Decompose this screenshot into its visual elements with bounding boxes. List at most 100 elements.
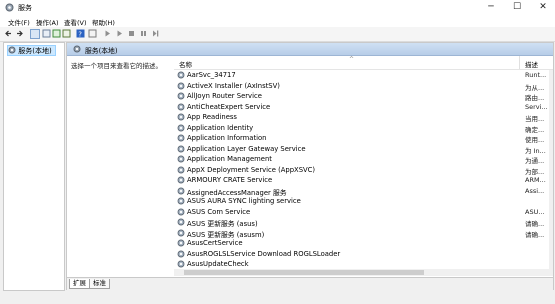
column-name-header[interactable]: 名称 [179, 59, 192, 69]
show-hide-icon[interactable] [88, 29, 97, 38]
service-row[interactable]: ARMOURY CRATE Service ARM... [174, 175, 553, 186]
service-name: AntiCheatExpert Service [187, 102, 271, 111]
service-row[interactable]: AsusROGLSLService Download ROGLSLoader [174, 249, 553, 260]
services-list: ^ 名称 描述 AarSvc_34717 Runt... ActiveX Insta… [174, 56, 553, 269]
start-icon[interactable] [103, 29, 112, 38]
service-name: AsusUpdateCheck [187, 260, 249, 268]
service-gear-icon [177, 92, 185, 100]
restart-icon[interactable] [151, 29, 160, 38]
service-gear-icon [177, 82, 185, 89]
service-name: ActiveX Installer (AxInstSV) [187, 81, 280, 90]
service-row[interactable]: AarSvc_34717 Runt... [174, 70, 553, 81]
service-row[interactable]: Application Identity 确定... [174, 123, 553, 134]
service-name: AarSvc_34717 [187, 71, 236, 79]
service-row[interactable]: App Readiness 当用... [174, 112, 553, 123]
service-row[interactable]: AllJoyn Router Service 路由... [174, 91, 553, 102]
service-gear-icon [177, 218, 185, 226]
tab-extended[interactable]: 扩展 [69, 279, 90, 289]
help-icon[interactable]: ? [76, 29, 85, 38]
service-row[interactable]: AssignedAccessManager 服务 Assi... [174, 186, 553, 197]
view-tabs: 扩展 标准 [67, 277, 553, 290]
window-title: 服务 [18, 4, 32, 12]
service-row[interactable]: ASUS AURA SYNC lighting service [174, 196, 553, 207]
service-gear-icon [177, 113, 185, 121]
pane-title: 服务(本地) [85, 47, 118, 55]
service-gear-icon [177, 229, 185, 236]
service-row[interactable]: AsusUpdateCheck [174, 259, 553, 269]
services-gear-icon [5, 3, 14, 12]
scrollbar-thumb[interactable] [184, 270, 424, 275]
service-gear-icon [177, 187, 185, 194]
service-gear-icon [177, 103, 185, 110]
description-panel: 选择一个项目来查看它的描述。 [67, 56, 173, 266]
service-gear-icon [177, 124, 185, 131]
export-list-icon[interactable] [62, 29, 71, 38]
column-divider[interactable] [519, 56, 520, 69]
service-name: Application Information [187, 134, 267, 142]
svg-text:?: ? [78, 30, 82, 38]
service-name: AllJoyn Router Service [187, 92, 262, 100]
toolbar: ? [0, 27, 555, 42]
pause-icon[interactable] [139, 29, 148, 38]
console-tree: 服务(本地) [3, 42, 65, 291]
close-button[interactable]: ✕ [530, 0, 555, 15]
horizontal-scrollbar[interactable] [174, 269, 553, 276]
title-bar: 服务 ─ ☐ ✕ [0, 0, 555, 15]
tab-standard[interactable]: 标准 [89, 279, 110, 289]
service-gear-icon [177, 166, 185, 173]
properties-icon[interactable] [42, 29, 51, 38]
description-text: 选择一个项目来查看它的描述。 [71, 62, 162, 70]
service-name: App Readiness [187, 113, 237, 121]
service-name: AsusCertService [187, 239, 243, 247]
services-rows: AarSvc_34717 Runt... ActiveX Installer (Ax… [174, 70, 553, 269]
tree-item-services-local[interactable]: 服务(本地) [7, 45, 56, 56]
service-row[interactable]: ActiveX Installer (AxInstSV) 为从... [174, 81, 553, 92]
service-row[interactable]: AntiCheatExpert Service Servi... [174, 102, 553, 113]
service-name: AppX Deployment Service (AppXSVC) [187, 165, 316, 174]
stop-icon[interactable] [127, 29, 136, 38]
menu-action[interactable]: 操作(A) [36, 17, 59, 27]
menu-file[interactable]: 文件(F) [8, 17, 30, 27]
service-gear-icon [177, 176, 185, 184]
maximize-button[interactable]: ☐ [504, 0, 530, 15]
minimize-button[interactable]: ─ [478, 0, 504, 15]
service-row[interactable]: ASUS Com Service ASU... [174, 207, 553, 218]
menu-view[interactable]: 查看(V) [64, 17, 87, 27]
service-name: ASUS 更新服务 (asusm) [187, 230, 265, 239]
menu-bar: 文件(F) 操作(A) 查看(V) 帮助(H) [0, 15, 555, 27]
service-row[interactable]: Application Information 使用... [174, 133, 553, 144]
service-row[interactable]: ASUS 更新服务 (asusm) 请确... [174, 228, 553, 239]
service-name: AssignedAccessManager 服务 [187, 188, 287, 197]
console-tree-icon[interactable] [30, 29, 40, 39]
refresh-icon[interactable] [52, 29, 61, 38]
service-gear-icon [177, 250, 185, 257]
service-gear-icon [177, 155, 185, 163]
service-row[interactable]: AppX Deployment Service (AppXSVC) 为部... [174, 165, 553, 176]
service-gear-icon [177, 197, 185, 205]
service-name: ASUS AURA SYNC lighting service [187, 197, 301, 205]
service-name: AsusROGLSLService Download ROGLSLoader [187, 249, 341, 258]
sort-arrow-icon: ^ [349, 56, 355, 63]
services-pane: 服务(本地) 选择一个项目来查看它的描述。 ^ 名称 描述 AarSvc_347… [66, 42, 554, 290]
service-gear-icon [177, 145, 185, 152]
vertical-scrollbar[interactable] [549, 70, 553, 269]
service-row[interactable]: Application Management 为通... [174, 154, 553, 165]
service-row[interactable]: Application Layer Gateway Service 为 In... [174, 144, 553, 155]
menu-help[interactable]: 帮助(H) [92, 17, 115, 27]
service-name: Application Identity [187, 123, 254, 132]
service-name: ASUS 更新服务 (asus) [187, 220, 258, 228]
service-row[interactable]: ASUS 更新服务 (asus) 请确... [174, 217, 553, 228]
back-icon[interactable] [4, 29, 13, 38]
service-name: ASUS Com Service [187, 207, 251, 216]
service-name: ARMOURY CRATE Service [187, 176, 273, 184]
pause-start-icon[interactable] [115, 29, 124, 38]
service-gear-icon [177, 208, 185, 215]
status-bar [0, 291, 555, 304]
tree-item-label: 服务(本地) [18, 47, 52, 55]
forward-icon[interactable] [15, 29, 24, 38]
service-gear-icon [177, 134, 185, 142]
services-gear-icon [8, 46, 16, 54]
service-row[interactable]: AsusCertService [174, 238, 553, 249]
service-name: Application Management [187, 155, 272, 163]
column-description-header[interactable]: 描述 [525, 59, 538, 69]
